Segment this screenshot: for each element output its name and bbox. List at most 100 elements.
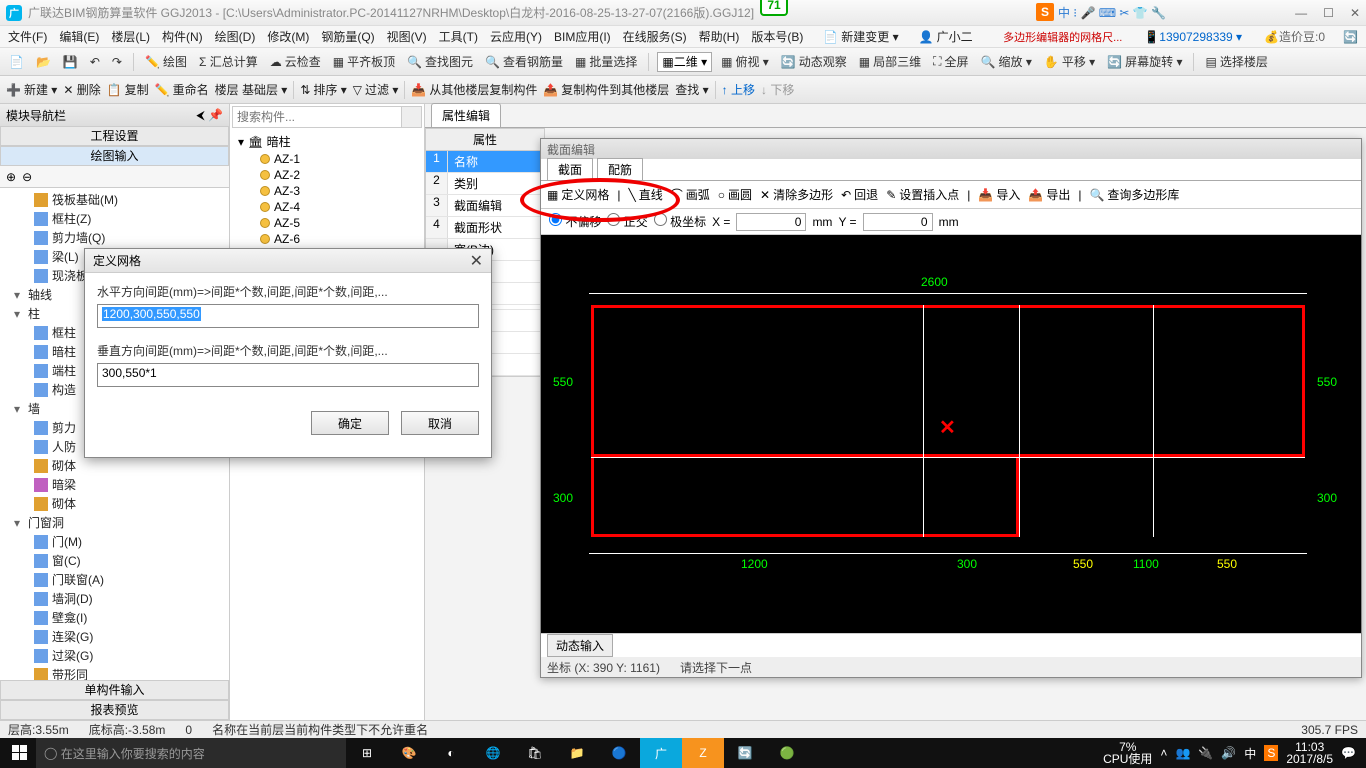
edge-icon[interactable]: 🌐 [472,738,514,768]
menu-help[interactable]: 帮助(H) [695,26,744,47]
minimize-button[interactable]: — [1295,6,1307,20]
tree-node[interactable]: 暗梁 [0,475,229,494]
explorer-icon[interactable]: 📁 [556,738,598,768]
filter-button[interactable]: ▽过滤 ▾ [353,81,399,98]
zoom-button[interactable]: 🔍缩放 ▾ [978,51,1035,72]
component-item[interactable]: AZ-5 [230,215,424,231]
prop-row[interactable]: 1名称 [426,151,544,173]
batch-select-button[interactable]: ▦批量选择 [572,51,640,72]
dialog-close-button[interactable]: ✕ [470,251,483,271]
menu-online[interactable]: 在线服务(S) [619,26,691,47]
circle-button[interactable]: ○画圆 [718,186,752,203]
tree-node[interactable]: 墙洞(D) [0,589,229,608]
app-icon-5[interactable]: Z [682,738,724,768]
move-up-button[interactable]: ↑ 上移 [722,81,755,98]
move-down-button[interactable]: ↓ 下移 [761,81,794,98]
redo-icon[interactable]: ↷ [109,53,125,71]
x-input[interactable] [736,213,806,231]
tree-node[interactable]: 门联窗(A) [0,570,229,589]
menu-component[interactable]: 构件(N) [158,26,207,47]
userid-button[interactable]: 📱13907298339 ▾ [1140,28,1246,46]
define-grid-button[interactable]: ▦定义网格 [547,186,609,203]
sort-button[interactable]: ⇅排序 ▾ [300,81,346,98]
collapse-icon[interactable]: ⊖ [22,170,32,184]
draw-button[interactable]: ✏️绘图 [142,51,190,72]
tree-node[interactable]: 过梁(G) [0,646,229,665]
pin-icon[interactable]: ⮜ 📌 [196,108,223,123]
expand-icon[interactable]: ⊕ [6,170,16,184]
menu-rebar[interactable]: 钢筋量(Q) [317,26,378,47]
rotate-screen-button[interactable]: 🔄屏幕旋转 ▾ [1104,51,1185,72]
flat-top-button[interactable]: ▦平齐板顶 [330,51,398,72]
tray-power-icon[interactable]: 🔌 [1198,746,1213,760]
tree-node[interactable]: 框柱(Z) [0,209,229,228]
menu-file[interactable]: 文件(F) [4,26,51,47]
sum-button[interactable]: Σ 汇总计算 [196,51,261,72]
find-elem-button[interactable]: 🔍查找图元 [404,51,476,72]
refresh-icon[interactable]: 🔄 [1339,28,1362,46]
menu-cloud[interactable]: 云应用(Y) [486,26,546,47]
top-view-button[interactable]: ▦俯视 ▾ [718,51,772,72]
tree-node[interactable]: 连梁(G) [0,627,229,646]
find-button[interactable]: 查找 ▾ [675,81,708,98]
close-button[interactable]: ✕ [1350,6,1360,20]
user-button[interactable]: 👤广小二 [915,26,977,47]
component-item[interactable]: AZ-3 [230,183,424,199]
component-item[interactable]: AZ-6 [230,231,424,247]
prop-row[interactable]: 3截面编辑 [426,195,544,217]
select-floor-button[interactable]: ▤选择楼层 [1202,51,1270,72]
tray-up-icon[interactable]: ˄ [1160,746,1167,760]
component-item[interactable]: AZ-1 [230,151,424,167]
copy-from-floor-button[interactable]: 📥从其他楼层复制构件 [411,81,537,98]
save-icon[interactable]: 💾 [60,53,81,71]
tab-rebar[interactable]: 配筋 [597,158,643,180]
orbit-button[interactable]: 🔄动态观察 [778,51,850,72]
app-icon-4[interactable]: 广 [640,738,682,768]
app-icon-2[interactable]: ◐ [430,738,472,768]
prop-row[interactable]: 2类别 [426,173,544,195]
component-item[interactable]: AZ-4 [230,199,424,215]
opt-no-offset[interactable]: 不偏移 [549,213,601,230]
section-report-preview[interactable]: 报表预览 [0,700,229,720]
tree-node[interactable]: 筏板基础(M) [0,190,229,209]
line-button[interactable]: ╲直线 [628,186,662,203]
clear-poly-button[interactable]: ✕清除多边形 [760,186,833,203]
menu-view[interactable]: 视图(V) [383,26,431,47]
query-poly-button[interactable]: 🔍查询多边形库 [1089,186,1179,203]
tray-people-icon[interactable]: 👥 [1175,746,1190,760]
menu-floor[interactable]: 楼层(L) [107,26,154,47]
taskbar-search[interactable]: ◯ 在这里输入你要搜索的内容 [36,738,346,768]
export-button[interactable]: 📤导出 [1028,186,1070,203]
component-item[interactable]: AZ-2 [230,167,424,183]
new-change-button[interactable]: 📄新建变更 ▾ [819,26,902,47]
tab-prop-edit[interactable]: 属性编辑 [431,103,501,127]
opt-polar[interactable]: 极坐标 [654,213,706,230]
delete-button[interactable]: ✕ 删除 [63,81,100,98]
app-icon-1[interactable]: 🎨 [388,738,430,768]
component-root[interactable]: ▾ 🏛 暗柱 [230,132,424,151]
tree-node[interactable]: 壁龛(I) [0,608,229,627]
cpu-meter[interactable]: 7%CPU使用 [1103,741,1152,765]
tree-node[interactable]: 门(M) [0,532,229,551]
undo-button[interactable]: ↶回退 [841,186,878,203]
component-search[interactable] [232,106,422,128]
dynamic-input-button[interactable]: 动态输入 [547,634,613,657]
app-icon-6[interactable]: 🔄 [724,738,766,768]
tab-section[interactable]: 截面 [547,158,593,180]
y-input[interactable] [863,213,933,231]
tree-node[interactable]: 砌体 [0,494,229,513]
app-icon-3[interactable]: 🔵 [598,738,640,768]
tree-node[interactable]: 剪力墙(Q) [0,228,229,247]
section-draw-input[interactable]: 绘图输入 [0,146,229,166]
undo-icon[interactable]: ↶ [87,53,103,71]
menu-draw[interactable]: 绘图(D) [211,26,260,47]
new-file-icon[interactable]: 📄 [6,53,27,71]
menu-tools[interactable]: 工具(T) [435,26,482,47]
set-insert-button[interactable]: ✎设置插入点 [886,186,959,203]
cancel-button[interactable]: 取消 [401,411,479,435]
section-project-settings[interactable]: 工程设置 [0,126,229,146]
ok-button[interactable]: 确定 [311,411,389,435]
bean-count[interactable]: 💰造价豆:0 [1260,26,1329,47]
clock[interactable]: 11:032017/8/5 [1286,741,1333,765]
opt-ortho[interactable]: 正交 [607,213,647,230]
